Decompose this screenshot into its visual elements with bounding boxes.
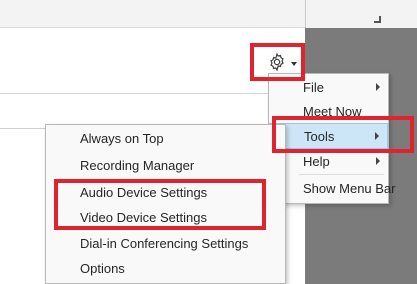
divider — [0, 93, 305, 94]
caret-down-icon — [291, 62, 297, 66]
menu-item-label: Always on Top — [80, 130, 164, 146]
submenu-arrow-icon — [376, 83, 380, 91]
menu-item-help[interactable]: Help — [269, 149, 388, 173]
submenu-arrow-icon — [376, 157, 380, 165]
menu-item-file[interactable]: File — [269, 75, 388, 99]
menu-item-label: Show Menu Bar — [303, 180, 396, 196]
side-panel-header — [305, 0, 417, 28]
menu-item-label: Recording Manager — [80, 157, 195, 173]
menu-item-label: File — [303, 79, 324, 95]
menu-item-label: Help — [303, 153, 330, 169]
title-bar — [0, 0, 305, 28]
menu-item-meet-now[interactable]: Meet Now — [269, 99, 388, 123]
menu-item-label: Tools — [304, 128, 335, 144]
menu-item-label: Audio Device Settings — [80, 184, 208, 200]
tools-submenu: Always on Top Recording Manager Audio De… — [45, 124, 286, 284]
menu-item-label: Video Device Settings — [80, 209, 207, 225]
menu-item-always-on-top[interactable]: Always on Top — [46, 126, 285, 150]
menu-item-options[interactable]: Options — [46, 256, 285, 280]
gear-icon — [267, 52, 287, 75]
resize-grip-icon[interactable] — [370, 14, 381, 24]
menu-item-video-device-settings[interactable]: Video Device Settings — [46, 205, 285, 229]
menu-item-audio-device-settings[interactable]: Audio Device Settings — [46, 180, 285, 204]
menu-separator — [299, 174, 384, 175]
menu-item-label: Dial-in Conferencing Settings — [80, 235, 249, 251]
menu-item-dial-in-conferencing-settings[interactable]: Dial-in Conferencing Settings — [46, 231, 285, 255]
menu-item-tools[interactable]: Tools — [269, 123, 388, 149]
menu-item-label: Options — [80, 260, 125, 276]
menu-item-recording-manager[interactable]: Recording Manager — [46, 153, 285, 177]
submenu-arrow-icon — [375, 132, 379, 140]
menu-item-show-menu-bar[interactable]: ✓ Show Menu Bar — [269, 176, 396, 200]
options-menu: File Meet Now Tools Help ✓ Show Menu Bar — [268, 73, 396, 204]
menu-item-label: Meet Now — [303, 103, 362, 119]
app-window: NE ly File Meet Now Tools Help — [0, 0, 417, 284]
